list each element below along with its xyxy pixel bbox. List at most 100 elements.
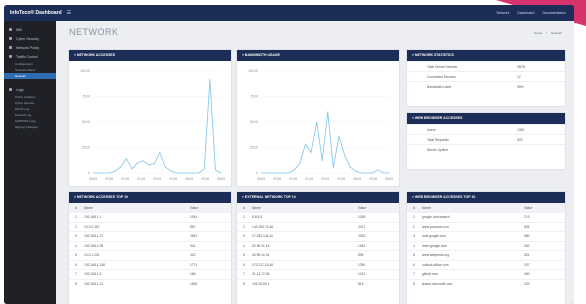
row-value: 301 xyxy=(523,250,565,260)
table-row[interactable]: 5 10.0.1.201 320 xyxy=(69,250,231,260)
data-point xyxy=(360,172,362,174)
row-index: 4 xyxy=(237,240,251,251)
brand-logo[interactable]: InfoTeco® Dashboard xyxy=(10,10,62,16)
y-tick-label: 0 xyxy=(88,171,90,175)
table-row[interactable]: 8 192.168.1.12 1693 xyxy=(69,278,231,288)
topnav-documentation[interactable]: Documentation xyxy=(542,11,566,15)
table-row[interactable]: 4 drive.google.com 452 xyxy=(407,240,565,251)
stat-row: Connected Devices 12 xyxy=(407,71,565,81)
stat-row: Users 1052 xyxy=(407,124,565,134)
row-name: 142.250.74.46 xyxy=(251,221,357,232)
table-row[interactable]: 3 mail.google.com 580 xyxy=(407,231,565,241)
table-row[interactable]: 5 www.wikipedia.org 301 xyxy=(407,250,565,260)
data-point xyxy=(321,160,323,162)
y-tick-label: 100.00 xyxy=(80,69,90,73)
data-point xyxy=(198,172,200,174)
table-row[interactable]: 3 192.168.1.27 2567 xyxy=(69,231,231,241)
sidebar-item-network-policy[interactable]: Network Policy xyxy=(4,43,56,52)
data-point xyxy=(159,152,161,153)
table-row[interactable]: 1 192.168.1.1 1044 xyxy=(69,212,231,222)
column-header[interactable]: # xyxy=(237,203,251,213)
logs-icon xyxy=(9,88,12,91)
column-header[interactable]: Value xyxy=(189,203,231,213)
table-row[interactable]: 1 8.8.8.8 1265 xyxy=(237,212,399,222)
row-value: 233 xyxy=(523,278,565,288)
row-name: mail.google.com xyxy=(421,231,523,241)
table-row[interactable]: 2 www.youtube.com 635 xyxy=(407,221,565,232)
table-row[interactable]: 1 google.com/search 719 xyxy=(407,212,565,222)
sidebar-item-wifi[interactable]: Wifi xyxy=(4,25,56,34)
breadcrumb-network: Network xyxy=(550,31,562,35)
network-accesses-top-panel: » NETWORK ACCESSES TOP 10 # Name Value 1… xyxy=(68,191,232,304)
y-tick-label: 50.00 xyxy=(250,120,258,124)
table-row[interactable]: 7 31.13.72.36 1213 xyxy=(237,269,399,279)
traffic-icon xyxy=(9,55,12,58)
row-value: 1693 xyxy=(189,278,231,288)
data-point xyxy=(355,170,357,172)
table-row[interactable]: 4 52.96.31.18 1543 xyxy=(237,240,399,251)
x-tick-label: 23:00 xyxy=(185,177,193,181)
sidebar-item-logs[interactable]: Logs xyxy=(4,85,56,94)
row-index: 8 xyxy=(407,278,421,288)
row-value: 580 xyxy=(523,231,565,241)
row-name: 192.168.1.27 xyxy=(83,231,189,241)
column-header[interactable]: # xyxy=(69,203,83,213)
table-row[interactable]: 6 outlook.office.com 297 xyxy=(407,259,565,270)
table-row[interactable]: 8 teams.microsoft.com 233 xyxy=(407,278,565,288)
data-point xyxy=(388,172,390,174)
sidebar-item-cyber-security[interactable]: Cyber Security xyxy=(4,34,56,43)
stat-row: Total Online Devices 35/78 xyxy=(407,61,565,71)
data-point xyxy=(125,158,127,160)
panel-title: » NETWORK STATISTICS xyxy=(407,50,565,61)
table-row[interactable]: 3 17.253.144.10 2023 xyxy=(237,231,399,241)
data-point xyxy=(288,172,290,174)
topnav-network[interactable]: Network xyxy=(496,11,509,15)
column-header[interactable]: Value xyxy=(357,203,399,213)
table-row[interactable]: 7 github.com 260 xyxy=(407,269,565,279)
x-tick-label: 20:00 xyxy=(89,177,97,181)
data-point xyxy=(137,162,138,164)
row-value: 1265 xyxy=(357,212,399,222)
table-row[interactable]: 7 192.168.1.5 166 xyxy=(69,269,231,279)
panel-title: » NETWORK ACCESSES xyxy=(69,50,231,61)
column-header[interactable]: Name xyxy=(421,203,523,213)
hamburger-icon[interactable]: ☰ xyxy=(67,10,71,16)
table-row[interactable]: 5 40.99.10.34 894 xyxy=(237,250,399,260)
stat-value: 523 xyxy=(517,137,523,142)
series-line xyxy=(93,79,222,174)
row-value: 166 xyxy=(189,269,231,279)
web-browser-top-panel: » WEB BROWSER ACCESSES TOP 10 # Name Val… xyxy=(406,191,566,304)
data-point xyxy=(114,170,116,172)
table-row[interactable]: 8 104.16.50.1 814 xyxy=(237,278,399,288)
table-row[interactable]: 2 10.0.0.115 857 xyxy=(69,221,231,232)
row-index: 3 xyxy=(407,231,421,241)
sidebar-item-label: Wifi xyxy=(16,27,22,32)
sidebar-item-label: Traffic Control xyxy=(16,54,38,59)
x-tick-label: 21:00 xyxy=(121,177,129,181)
row-index: 5 xyxy=(69,250,83,260)
sidebar-sub-signing-changes[interactable]: Signing Changes xyxy=(4,124,56,130)
table-row[interactable]: 6 192.168.1.156 1771 xyxy=(69,259,231,270)
breadcrumb-home[interactable]: Home xyxy=(534,31,542,35)
data-point xyxy=(282,172,284,174)
row-index: 1 xyxy=(237,212,251,222)
web-browser-accesses-panel: » WEB BROWSER ACCESSES Users 1052 Total R… xyxy=(406,112,566,170)
network-accesses-panel: » NETWORK ACCESSES 0 25.00 50.00 75.00 100.0… xyxy=(68,49,232,187)
data-point xyxy=(271,172,273,174)
row-value: 1543 xyxy=(357,240,399,251)
table-row[interactable]: 6 172.217.16.46 1390 xyxy=(237,259,399,270)
table-row[interactable]: 2 142.250.74.46 4471 xyxy=(237,221,399,232)
column-header[interactable]: Value xyxy=(523,203,565,213)
table-row[interactable]: 4 192.168.1.99 541 xyxy=(69,240,231,251)
x-tick-label: 21:30 xyxy=(137,177,145,181)
shield-icon xyxy=(9,37,12,40)
column-header[interactable]: Name xyxy=(251,203,357,213)
data-point xyxy=(327,111,329,113)
topnav-dashboard[interactable]: Dashboard xyxy=(517,11,534,15)
column-header[interactable]: Name xyxy=(83,203,189,213)
row-index: 8 xyxy=(237,278,251,288)
sidebar-item-traffic-control[interactable]: Traffic Control xyxy=(4,52,56,61)
column-header[interactable]: # xyxy=(407,203,421,213)
row-value: 2567 xyxy=(189,231,231,241)
row-name: 172.217.16.46 xyxy=(251,259,357,270)
